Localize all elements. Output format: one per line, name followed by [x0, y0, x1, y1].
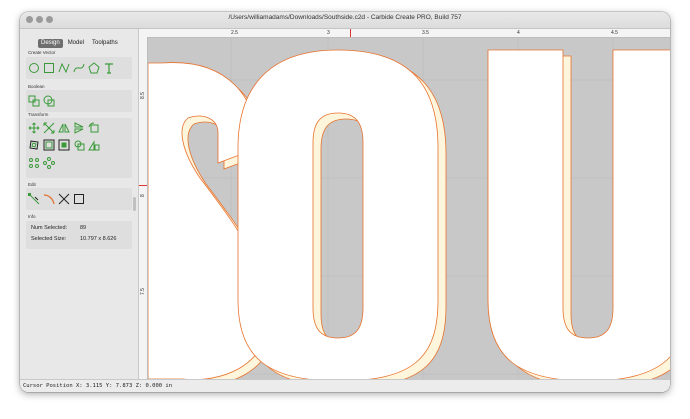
design-canvas[interactable] — [148, 38, 670, 379]
ruler-label-2-5: 2.5 — [231, 30, 238, 36]
polygon-icon[interactable] — [88, 62, 100, 74]
join-icon[interactable] — [28, 95, 40, 107]
inset-icon[interactable] — [58, 139, 70, 151]
cursor-marker-y — [139, 185, 147, 186]
ruler-label-4: 4 — [517, 30, 520, 36]
ruler-label-8: 8 — [140, 194, 146, 197]
ruler-label-3: 3 — [327, 30, 330, 36]
sidebar-scrollbar[interactable] — [133, 197, 136, 211]
transform-panel — [26, 118, 132, 178]
polyline-icon[interactable] — [58, 62, 70, 74]
section-label-edit: Edit — [28, 182, 36, 187]
text-icon[interactable] — [103, 62, 115, 74]
letter-o-shape — [237, 49, 447, 379]
boundary-icon[interactable] — [73, 139, 85, 151]
canvas-drawing[interactable] — [148, 38, 670, 379]
section-label-boolean: Boolean — [28, 84, 45, 89]
mirror-vertical-icon[interactable] — [73, 122, 85, 134]
cursor-position-readout: Cursor Position X: 3.115 Y: 7.873 Z: 0.0… — [23, 383, 173, 389]
circular-pattern-icon[interactable] — [28, 157, 40, 169]
group-icon[interactable] — [88, 139, 100, 151]
info-panel: Num Selected: 89 Selected Size: 10.797 x… — [26, 221, 132, 249]
rotate-icon[interactable] — [88, 122, 100, 134]
trim-icon[interactable] — [58, 193, 70, 205]
tab-design[interactable]: Design — [38, 39, 63, 48]
create-vector-panel — [26, 57, 132, 79]
mirror-horizontal-icon[interactable] — [58, 122, 70, 134]
cursor-marker-x — [350, 29, 351, 37]
section-label-create-vector: Create Vector — [28, 50, 56, 55]
section-label-transform: Transform — [28, 112, 49, 117]
circle-icon[interactable] — [28, 62, 40, 74]
rectangle-icon[interactable] — [43, 62, 55, 74]
edit-panel — [26, 188, 132, 210]
ruler-label-4-5: 4.5 — [611, 30, 618, 36]
zoom-window-button[interactable] — [46, 16, 53, 23]
close-window-button[interactable] — [26, 16, 33, 23]
design-sidebar: Design Model Toolpaths Create Vector Boo… — [20, 29, 139, 379]
app-window: /Users/williamadams/Downloads/Southside.… — [20, 12, 670, 392]
node-edit-icon[interactable] — [28, 193, 40, 205]
window-title: /Users/williamadams/Downloads/Southside.… — [228, 14, 462, 21]
align-icon[interactable] — [43, 139, 55, 151]
title-bar: /Users/williamadams/Downloads/Southside.… — [20, 12, 670, 29]
num-selected-label: Num Selected: — [31, 225, 68, 231]
move-icon[interactable] — [28, 122, 40, 134]
letter-u-shape — [487, 49, 670, 379]
scale-icon[interactable] — [43, 122, 55, 134]
linear-pattern-icon[interactable] — [43, 157, 55, 169]
sidebar-tabs: Design Model Toolpaths — [38, 39, 123, 48]
section-label-info: Info — [28, 214, 36, 219]
minimize-window-button[interactable] — [36, 16, 43, 23]
top-ruler: 2.5 3 3.5 4 4.5 — [139, 29, 670, 38]
weld-icon[interactable] — [43, 95, 55, 107]
left-ruler: 8.5 8 7.5 — [139, 37, 148, 379]
selected-size-value: 10.797 x 8.626 — [80, 236, 117, 242]
num-selected-value: 89 — [80, 225, 87, 231]
tab-model[interactable]: Model — [65, 39, 87, 48]
boolean-panel — [26, 90, 132, 112]
design-canvas-area: 2.5 3 3.5 4 4.5 8.5 8 7.5 — [139, 29, 670, 379]
offset-icon[interactable] — [28, 139, 40, 151]
curve-icon[interactable] — [73, 62, 85, 74]
ruler-label-8-5: 8.5 — [140, 92, 146, 99]
ruler-label-7-5: 7.5 — [140, 288, 146, 295]
ruler-label-3-5: 3.5 — [422, 30, 429, 36]
selected-size-label: Selected Size: — [31, 236, 67, 242]
close-vector-icon[interactable] — [73, 193, 85, 205]
status-bar: Cursor Position X: 3.115 Y: 7.873 Z: 0.0… — [20, 379, 670, 392]
smooth-icon[interactable] — [43, 193, 55, 205]
tab-toolpaths[interactable]: Toolpaths — [89, 39, 121, 48]
